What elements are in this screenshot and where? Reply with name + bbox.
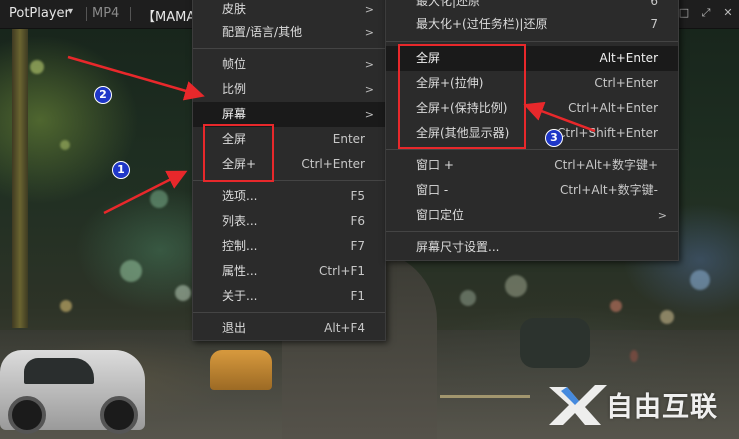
step-badge-2: 2 bbox=[94, 86, 112, 104]
watermark-text: 自由互联 bbox=[606, 392, 718, 423]
step-badge-1: 1 bbox=[112, 161, 130, 179]
arrow-to-screen-menu bbox=[67, 55, 205, 101]
annotation-arrows bbox=[67, 55, 596, 215]
arrow-to-fullscreen-submenu bbox=[523, 101, 596, 133]
arrow-to-fullscreen-items bbox=[103, 170, 188, 215]
step-badge-3: 3 bbox=[545, 129, 563, 147]
